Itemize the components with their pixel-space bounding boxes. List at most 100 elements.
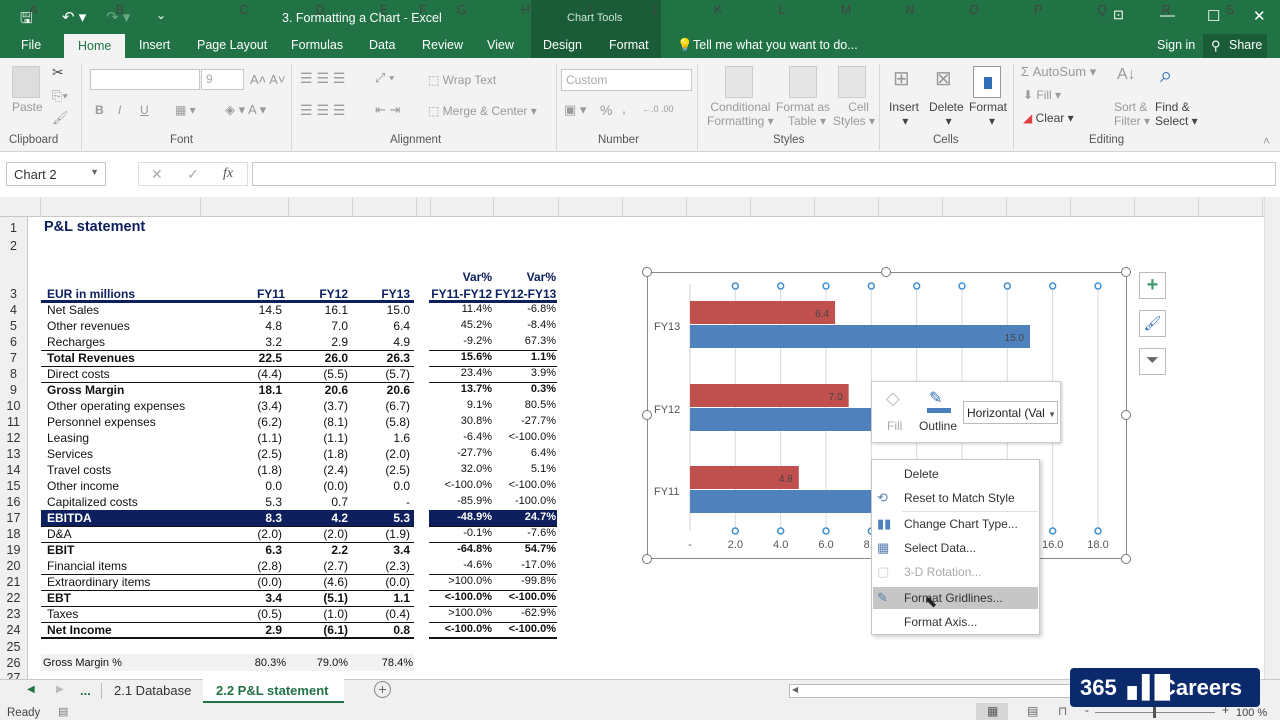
formula-input[interactable] [252, 162, 1276, 186]
enter-icon[interactable]: ✓ [187, 166, 199, 183]
header-label[interactable]: EUR in millions [47, 287, 135, 301]
cell-fy11[interactable]: 4.8 [230, 319, 282, 333]
row-label[interactable]: Services [47, 447, 93, 461]
cell-fy12[interactable]: (5.5) [290, 367, 348, 381]
borders-icon[interactable]: ▦ ▾ [175, 103, 196, 117]
row-header[interactable]: 18 [0, 527, 27, 541]
cell-var2[interactable]: -100.0% [495, 495, 556, 507]
sort-filter-icon[interactable]: A↓ [1117, 66, 1136, 84]
comma-button[interactable]: , [622, 100, 626, 116]
accounting-icon[interactable]: ▣ ▾ [564, 102, 586, 118]
row-header[interactable]: 27 [0, 671, 27, 679]
cell-fy11[interactable]: 6.3 [230, 543, 282, 557]
fill-button[interactable]: ⬇ Fill ▾ [1023, 88, 1061, 102]
column-header-E[interactable]: E [352, 3, 416, 17]
cell-var2[interactable]: -17.0% [495, 559, 556, 571]
cell-fy13[interactable]: 26.3 [355, 351, 410, 365]
cell-fy12[interactable]: 0.7 [290, 495, 348, 509]
row-label[interactable]: EBIT [47, 543, 74, 557]
cell-fy13[interactable]: 0.8 [355, 623, 410, 637]
cell-var1[interactable]: 9.1% [430, 399, 492, 411]
insert-cells-icon[interactable]: ⊞ [893, 66, 910, 91]
cell-var1[interactable]: 45.2% [430, 319, 492, 331]
cell-var1[interactable]: -48.9% [430, 511, 492, 523]
menu-item-change-chart-type[interactable]: Change Chart Type... [904, 517, 1018, 531]
clear-button[interactable]: ◢ Clear ▾ [1023, 111, 1074, 125]
cell-var1[interactable]: 23.4% [430, 367, 492, 379]
cell-var1[interactable]: 30.8% [430, 415, 492, 427]
row-label[interactable]: Leasing [47, 431, 89, 445]
cell-var2[interactable]: -6.8% [495, 303, 556, 315]
cell-var1[interactable]: -4.6% [430, 559, 492, 571]
tab-data[interactable]: Data [369, 38, 395, 52]
bar-net-sales-fy13[interactable] [690, 325, 1030, 348]
column-header-I[interactable]: I [558, 3, 622, 17]
cell-fy12[interactable]: (2.4) [290, 463, 348, 477]
row-label[interactable]: Other operating expenses [47, 399, 185, 413]
cell-fy11[interactable]: (4.4) [230, 367, 282, 381]
cell-fy12[interactable]: 4.2 [290, 511, 348, 525]
cell-var1[interactable]: >100.0% [430, 575, 492, 587]
vertical-scrollbar[interactable] [1264, 197, 1280, 679]
cell-fy11[interactable]: (0.5) [230, 607, 282, 621]
row-label[interactable]: Taxes [47, 607, 78, 621]
sheet-title[interactable]: P&L statement [44, 219, 145, 235]
header-var2-top[interactable]: Var% [495, 270, 556, 284]
gridline-handle[interactable] [912, 282, 921, 290]
cell-var1[interactable]: <-100.0% [430, 479, 492, 491]
cell-var1[interactable]: -0.1% [430, 527, 492, 539]
cell-fy11[interactable]: (2.0) [230, 527, 282, 541]
cell-var2[interactable]: 24.7% [495, 511, 556, 523]
resize-handle[interactable] [642, 410, 652, 420]
header-var1[interactable]: FY11-FY12 [430, 287, 492, 301]
bold-button[interactable]: B [95, 103, 104, 117]
column-header-R[interactable]: R [1134, 3, 1198, 17]
cell-var1[interactable]: 32.0% [430, 463, 492, 475]
column-header-M[interactable]: M [814, 3, 878, 17]
row-header[interactable]: 22 [0, 591, 27, 605]
collapse-ribbon-icon[interactable]: ˄ [1263, 134, 1270, 148]
gridline-handle[interactable] [1048, 282, 1057, 290]
gridline-handle[interactable] [731, 527, 740, 535]
row-header[interactable]: 13 [0, 447, 27, 461]
cell-fy12[interactable]: 16.1 [290, 303, 348, 317]
scroll-left-icon[interactable]: ◀ [792, 685, 798, 694]
row-label[interactable]: Total Revenues [47, 351, 135, 365]
cell-var1[interactable]: -64.8% [430, 543, 492, 555]
cell-var2[interactable]: <-100.0% [495, 431, 556, 443]
outline-pen-icon[interactable]: ✎ [927, 390, 951, 413]
cell-fy11[interactable]: 22.5 [230, 351, 282, 365]
cell-fy13[interactable]: 4.9 [355, 335, 410, 349]
row-label[interactable]: D&A [47, 527, 72, 541]
cell-var2[interactable]: 80.5% [495, 399, 556, 411]
cell-var2[interactable]: -8.4% [495, 319, 556, 331]
cell-var2[interactable]: -62.9% [495, 607, 556, 619]
cell-var2[interactable]: 3.9% [495, 367, 556, 379]
column-header-L[interactable]: L [750, 3, 814, 17]
cell-fy12[interactable]: (1.0) [290, 607, 348, 621]
wrap-text-button[interactable]: ⬚ Wrap Text [428, 73, 496, 87]
cell-fy12[interactable]: (2.7) [290, 559, 348, 573]
cell-fy12[interactable]: (4.6) [290, 575, 348, 589]
orientation-icon[interactable]: ⤢ ▾ [375, 70, 394, 86]
menu-item-delete[interactable]: Delete [904, 467, 939, 481]
column-header-P[interactable]: P [1006, 3, 1070, 17]
menu-item-reset-to-match-style[interactable]: Reset to Match Style [904, 491, 1015, 505]
autosum-button[interactable]: Σ AutoSum ▾ [1021, 64, 1096, 80]
normal-view-button[interactable]: ▦ [976, 703, 1008, 720]
menu-item-select-data[interactable]: Select Data... [904, 541, 976, 555]
cell-var2[interactable]: 6.4% [495, 447, 556, 459]
row-header[interactable]: 8 [0, 367, 27, 381]
cancel-icon[interactable]: ✕ [151, 166, 163, 183]
cell-styles-icon[interactable] [838, 66, 866, 98]
cell-fy12[interactable]: 2.2 [290, 543, 348, 557]
cell-fy13[interactable]: - [355, 495, 410, 509]
column-header-J[interactable]: J [622, 3, 686, 17]
row-label[interactable]: Extraordinary items [47, 575, 150, 589]
cell-fy11[interactable]: 5.3 [230, 495, 282, 509]
sign-in-link[interactable]: Sign in [1157, 38, 1195, 52]
column-header-B[interactable]: B [40, 3, 200, 17]
cell-fy13[interactable]: 1.6 [355, 431, 410, 445]
resize-handle[interactable] [1121, 554, 1131, 564]
fill-bucket-icon[interactable]: ◇ [886, 388, 900, 409]
